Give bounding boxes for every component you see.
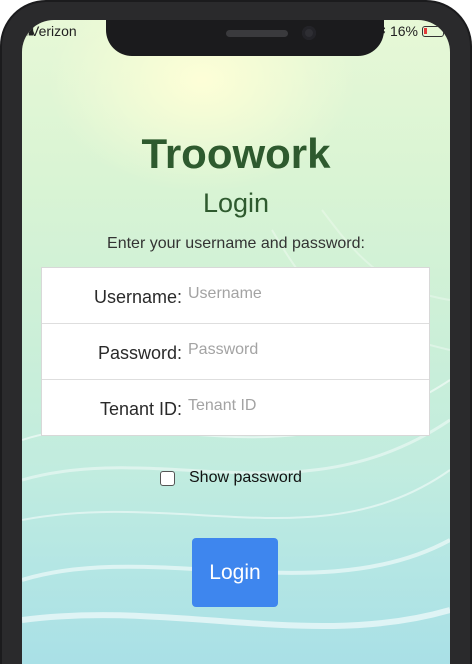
show-password-label[interactable]: Show password (189, 469, 302, 487)
login-instructions: Enter your username and password: (107, 235, 365, 252)
username-row: Username: (42, 268, 429, 324)
battery-level (424, 27, 427, 34)
tenant-id-input[interactable] (188, 392, 408, 420)
brand-title: Troowork (141, 130, 331, 177)
password-row: Password: (42, 324, 429, 380)
page-title: Login (202, 188, 270, 218)
tenant-id-label: Tenant ID: (99, 399, 182, 419)
login-button[interactable]: Login (192, 538, 278, 607)
speaker-grille (226, 30, 288, 37)
tenant-row: Tenant ID: (42, 380, 429, 435)
notch (106, 20, 384, 56)
front-camera (302, 26, 316, 40)
login-form: Username: Password: Tenant ID: (41, 267, 430, 436)
username-input[interactable] (188, 280, 408, 308)
password-label: Password: (97, 343, 182, 363)
password-input[interactable] (188, 336, 408, 364)
phone-frame: ▮▮ Verizon ✱ 16% Troowork (0, 0, 472, 664)
carrier-name: Verizon (30, 23, 77, 39)
app-screen: ▮▮ Verizon ✱ 16% Troowork (22, 20, 450, 664)
show-password-checkbox[interactable] (160, 470, 175, 486)
show-password-row: Show password (160, 469, 302, 487)
username-label: Username: (93, 287, 182, 307)
battery-icon (422, 25, 447, 37)
battery-percent: 16% (389, 23, 418, 39)
